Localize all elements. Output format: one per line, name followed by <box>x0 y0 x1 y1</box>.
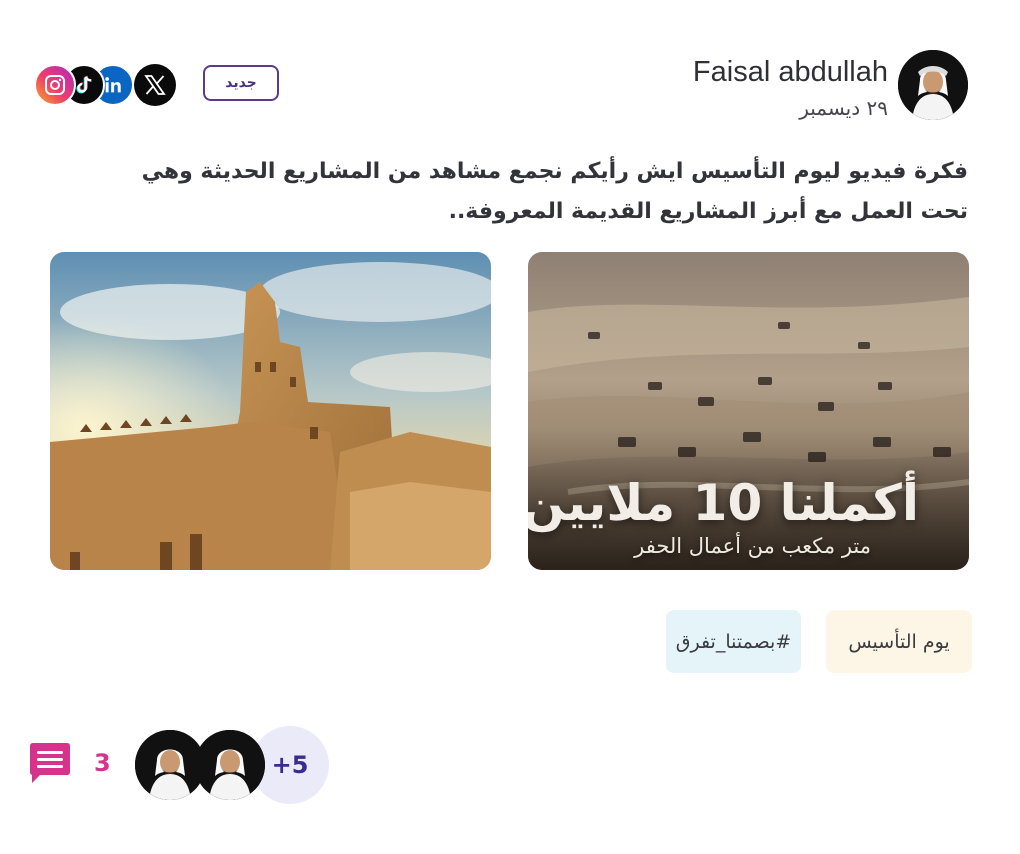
participant-avatar[interactable] <box>135 730 205 800</box>
instagram-button[interactable] <box>34 64 76 106</box>
participant-avatar[interactable] <box>195 730 265 800</box>
linkedin-icon <box>105 77 121 93</box>
comment-icon <box>30 743 70 783</box>
author-avatar[interactable] <box>898 50 968 120</box>
person-avatar-icon <box>898 50 968 120</box>
excavation-site-image[interactable]: أكملنا 10 ملايين متر مكعب من أعمال الحفر <box>528 252 969 570</box>
new-badge: جديد <box>203 65 279 101</box>
post-date: ٢٩ ديسمبر <box>799 96 888 120</box>
instagram-icon <box>45 75 65 95</box>
mud-fort-photo <box>50 252 491 570</box>
comment-button[interactable] <box>28 742 72 786</box>
comment-count: 3 <box>94 749 111 777</box>
hashtag-founding-day[interactable]: يوم التأسيس <box>826 610 972 673</box>
image-overlay-title: أكملنا 10 ملايين <box>528 474 919 532</box>
image-overlay-subtitle: متر مكعب من أعمال الحفر <box>634 534 871 558</box>
x-button[interactable] <box>134 64 176 106</box>
tiktok-icon <box>76 75 92 94</box>
x-icon <box>144 75 166 95</box>
hashtag-our-imprint[interactable]: #بصمتنا_تفرق <box>666 610 801 673</box>
post-text: فكرة فيديو ليوم التأسيس ايش رأيكم نجمع م… <box>141 159 968 224</box>
author-name[interactable]: Faisal abdullah <box>693 56 888 89</box>
historic-mud-fort-image[interactable] <box>50 252 491 570</box>
person-avatar-icon <box>135 730 205 800</box>
person-avatar-icon <box>195 730 265 800</box>
